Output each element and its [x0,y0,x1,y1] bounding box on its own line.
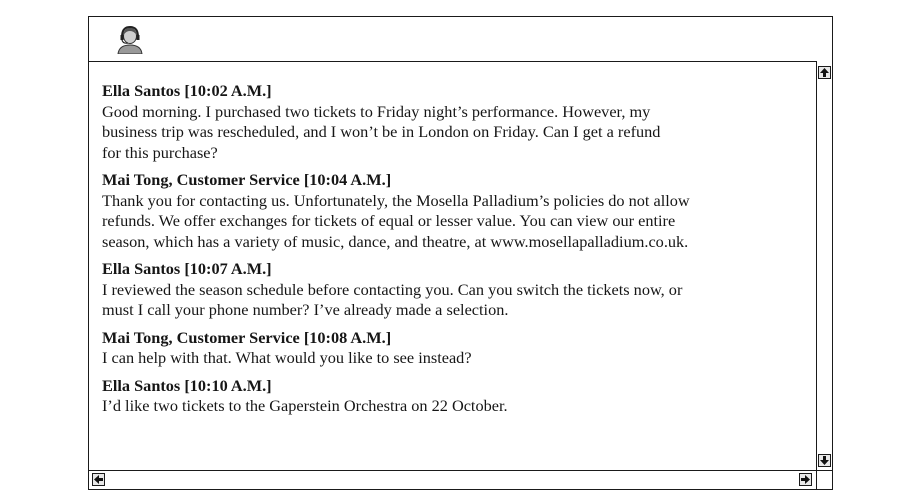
chat-window: Ella Santos [10:02 A.M.] Good morning. I… [88,16,833,490]
scroll-left-button[interactable] [92,473,105,486]
chat-title-bar [89,17,832,62]
message-sender: Mai Tong, Customer Service [10:08 A.M.] [102,327,392,347]
chat-transcript: Ella Santos [10:02 A.M.] Good morning. I… [102,81,800,424]
arrow-left-icon [94,475,103,484]
message-line: I can help with that. What would you lik… [102,348,472,367]
message-line: business trip was rescheduled, and I won… [102,122,661,141]
scrollbar-corner [816,470,832,489]
horizontal-scrollbar[interactable] [89,470,816,489]
message-line: refunds. We offer exchanges for tickets … [102,211,676,230]
vertical-scrollbar[interactable] [816,61,832,470]
headset-agent-icon [117,26,143,54]
message-line: I reviewed the season schedule before co… [102,279,683,299]
message-sender: Ella Santos [10:10 A.M.] [102,375,272,395]
scroll-right-button[interactable] [799,473,812,486]
message-sender: Ella Santos [10:07 A.M.] [102,259,272,278]
message-line: I’d like two tickets to the Gaperstein O… [102,396,508,415]
message-sender: Mai Tong, Customer Service [10:04 A.M.] [102,170,392,189]
message-line: season, which has a variety of music, da… [102,231,689,251]
message-sender: Ella Santos [10:02 A.M.] [102,81,272,100]
arrow-down-icon [820,456,829,465]
arrow-right-icon [801,475,810,484]
arrow-up-icon [820,68,829,77]
chat-message: Mai Tong, Customer Service [10:04 A.M.] … [102,170,800,252]
scroll-up-button[interactable] [818,66,831,79]
chat-message: Ella Santos [10:10 A.M.] I’d like two ti… [102,376,800,417]
chat-message: Mai Tong, Customer Service [10:08 A.M.] … [102,328,800,369]
chat-message: Ella Santos [10:07 A.M.] I reviewed the … [102,259,800,321]
message-line: Thank you for contacting us. Unfortunate… [102,190,690,210]
chat-message: Ella Santos [10:02 A.M.] Good morning. I… [102,81,800,163]
scroll-down-button[interactable] [818,454,831,467]
message-line: must I call your phone number? I’ve alre… [102,300,509,319]
message-line: for this purchase? [102,142,218,162]
message-line: Good morning. I purchased two tickets to… [102,101,651,121]
